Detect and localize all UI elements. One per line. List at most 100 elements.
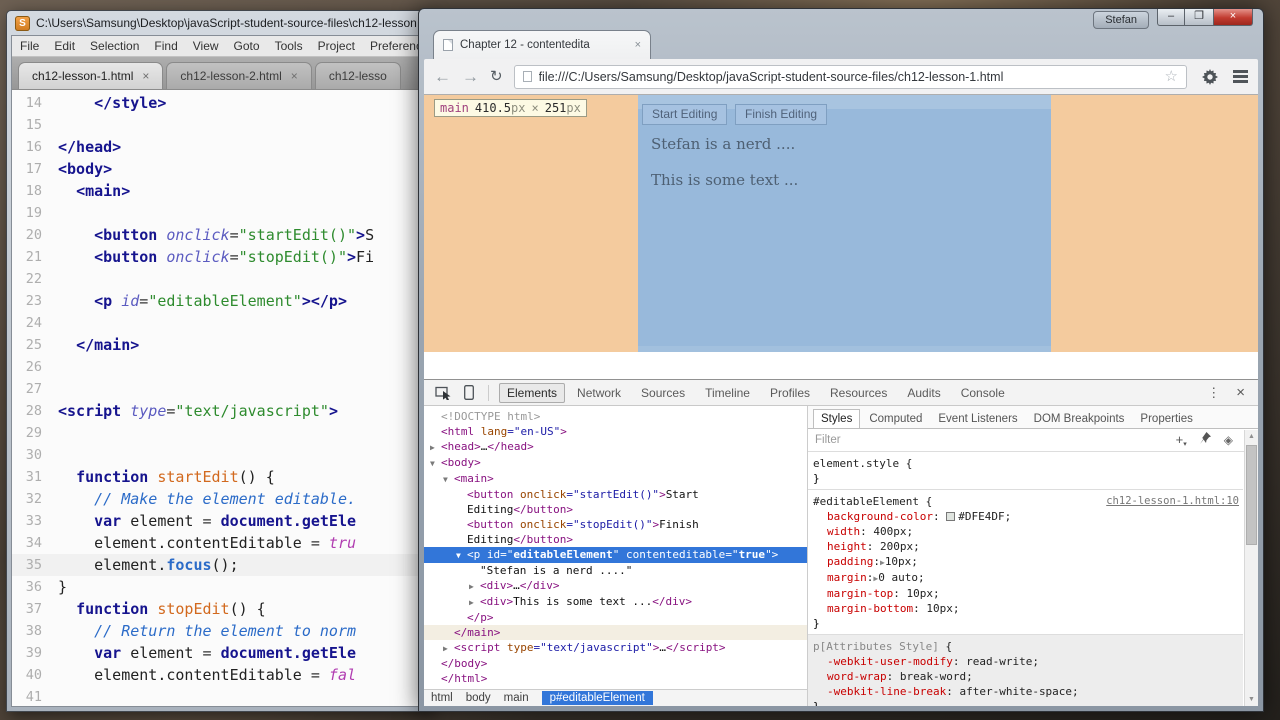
dom-node[interactable]: <button onclick="startEdit()">Start (424, 487, 807, 502)
sidebar-tab-properties[interactable]: Properties (1133, 410, 1199, 428)
dom-node[interactable]: ▶ <script type="text/javascript">…</scrip… (424, 640, 807, 656)
stylesheet-link[interactable]: ch12-lesson-1.html:10 (1106, 494, 1239, 509)
url-text[interactable]: file:///C:/Users/Samsung/Desktop/javaScr… (539, 70, 1158, 84)
twisty-icon[interactable]: ▼ (430, 456, 441, 471)
twisty-icon[interactable]: ▼ (443, 472, 454, 487)
new-style-rule-icon[interactable]: +▾ (1176, 431, 1187, 449)
sidebar-tab-event-listeners[interactable]: Event Listeners (931, 410, 1024, 428)
rule-selector[interactable]: p[Attributes Style] (813, 640, 939, 653)
dom-node[interactable]: </main> (424, 625, 807, 640)
editor-titlebar[interactable]: S C:\Users\Samsung\Desktop\javaScript-st… (7, 11, 431, 35)
dom-node[interactable]: ▶ <div>This is some text ...</div> (424, 594, 807, 610)
breadcrumb-item-body[interactable]: body (466, 692, 491, 704)
devtools-tab-console[interactable]: Console (953, 383, 1013, 403)
breadcrumb-item-html[interactable]: html (431, 692, 453, 704)
dom-node[interactable]: <html lang="en-US"> (424, 424, 807, 439)
browser-tab[interactable]: Chapter 12 - contentedita × (433, 30, 651, 59)
dom-node[interactable]: </html> (424, 671, 807, 686)
editor-menu-project[interactable]: Project (318, 39, 355, 53)
devtools-tab-elements[interactable]: Elements (499, 382, 566, 403)
dom-node[interactable]: </body> (424, 656, 807, 671)
editable-paragraph-line-2[interactable]: This is some text ... (651, 171, 798, 189)
kebab-menu-icon[interactable]: ⋮ (1207, 385, 1220, 401)
gear-icon[interactable] (1198, 68, 1222, 85)
style-property[interactable]: margin-bottom: 10px; (813, 601, 1243, 616)
maximize-button[interactable]: ❐ (1185, 9, 1213, 26)
style-property[interactable]: -webkit-line-break: after-white-space; (813, 684, 1243, 699)
breadcrumb-item-selected[interactable]: p#editableElement (541, 691, 653, 705)
style-property[interactable]: background-color: #DFE4DF; (813, 509, 1243, 524)
editable-paragraph-line-1[interactable]: Stefan is a nerd .... (651, 135, 795, 153)
editor-tab[interactable]: ch12-lesso (314, 62, 401, 89)
sidebar-tab-dom-breakpoints[interactable]: DOM Breakpoints (1027, 410, 1132, 428)
dom-node[interactable]: "Stefan is a nerd ...." (424, 563, 807, 578)
editor-tab[interactable]: ch12-lesson-2.html × (166, 62, 312, 89)
breadcrumb-item-main[interactable]: main (504, 692, 529, 704)
back-icon[interactable]: ← (434, 68, 451, 85)
dom-node[interactable]: ▶ <div>…</div> (424, 578, 807, 594)
minimize-button[interactable]: – (1157, 9, 1185, 26)
editor-menu-file[interactable]: File (20, 39, 39, 53)
editor-menu-find[interactable]: Find (154, 39, 177, 53)
styles-filter-input[interactable]: Filter (815, 434, 1176, 446)
reload-icon[interactable]: ↻ (490, 69, 503, 84)
editor-menu-edit[interactable]: Edit (54, 39, 75, 53)
style-property[interactable]: margin-top: 10px; (813, 586, 1243, 601)
inspect-element-icon[interactable] (431, 385, 456, 400)
devtools-tab-timeline[interactable]: Timeline (697, 383, 758, 403)
code-editor[interactable]: 14 </style> 15 16 </head> 17 <body> 18 <main> 1… (12, 90, 426, 706)
style-property[interactable]: word-wrap: break-word; (813, 669, 1243, 684)
twisty-icon[interactable]: ▶ (430, 440, 441, 455)
devtools-tab-profiles[interactable]: Profiles (762, 383, 818, 403)
editor-menu-view[interactable]: View (193, 39, 219, 53)
styles-scrollbar[interactable]: ▲ ▼ (1244, 430, 1258, 706)
dom-node[interactable]: ▼ <p id="editableElement" contenteditable… (424, 547, 807, 563)
devtools-tab-network[interactable]: Network (569, 383, 629, 403)
scroll-up-icon[interactable]: ▲ (1245, 433, 1258, 440)
devtools-tab-audits[interactable]: Audits (899, 383, 948, 403)
style-property[interactable]: width: 400px; (813, 524, 1243, 539)
dom-node[interactable]: ▼ <body> (424, 455, 807, 471)
close-icon[interactable]: × (291, 69, 298, 83)
url-bar[interactable]: file:///C:/Users/Samsung/Desktop/javaScr… (513, 64, 1187, 89)
dom-node[interactable]: </p> (424, 610, 807, 625)
style-property[interactable]: margin:▶0 auto; (813, 570, 1243, 586)
dom-node[interactable]: Editing</button> (424, 502, 807, 517)
profile-button[interactable]: Stefan (1093, 11, 1149, 29)
devtools-tab-resources[interactable]: Resources (822, 383, 895, 403)
finish-editing-button[interactable]: Finish Editing (735, 104, 828, 125)
dom-node[interactable]: <!DOCTYPE html> (424, 409, 807, 424)
editor-tab[interactable]: ch12-lesson-1.html × (18, 62, 164, 89)
dom-node[interactable]: Editing</button> (424, 532, 807, 547)
element-state-icon[interactable]: ◈ (1224, 434, 1233, 446)
editor-menu-selection[interactable]: Selection (90, 39, 139, 53)
tab-close-icon[interactable]: × (635, 39, 641, 51)
forward-icon[interactable]: → (462, 68, 479, 85)
color-swatch[interactable] (946, 512, 956, 521)
twisty-icon[interactable]: ▶ (469, 579, 480, 594)
style-property[interactable]: padding:▶10px; (813, 554, 1243, 570)
twisty-icon[interactable]: ▶ (469, 595, 480, 610)
close-window-button[interactable]: × (1213, 9, 1253, 26)
style-property[interactable]: height: 200px; (813, 539, 1243, 554)
close-icon[interactable]: × (142, 69, 149, 83)
sidebar-tab-styles[interactable]: Styles (813, 409, 861, 428)
rule-selector[interactable]: #editableElement (813, 495, 919, 508)
style-property[interactable]: -webkit-user-modify: read-write; (813, 654, 1243, 669)
twisty-icon[interactable]: ▼ (456, 548, 467, 563)
devtools-close-icon[interactable]: × (1236, 384, 1245, 401)
start-editing-button[interactable]: Start Editing (642, 104, 728, 125)
bookmark-star-icon[interactable]: ☆ (1165, 69, 1178, 84)
pin-icon[interactable] (1199, 431, 1211, 449)
devtools-tab-sources[interactable]: Sources (633, 383, 693, 403)
dom-node[interactable]: ▶ <head>…</head> (424, 439, 807, 455)
twisty-icon[interactable]: ▶ (443, 641, 454, 656)
menu-hamburger-icon[interactable] (1233, 70, 1248, 83)
device-mode-icon[interactable] (460, 385, 478, 400)
sidebar-tab-computed[interactable]: Computed (862, 410, 929, 428)
editor-menu-tools[interactable]: Tools (275, 39, 303, 53)
scrollbar-thumb[interactable] (1246, 445, 1257, 545)
scroll-down-icon[interactable]: ▼ (1245, 696, 1258, 703)
editor-menu-goto[interactable]: Goto (234, 39, 260, 53)
dom-node[interactable]: ▼ <main> (424, 471, 807, 487)
